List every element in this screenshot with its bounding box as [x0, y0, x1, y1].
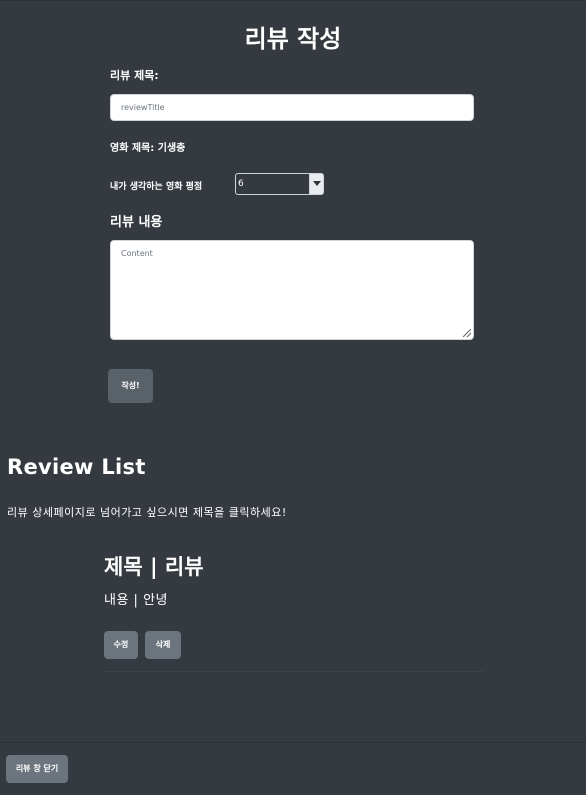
footer-divider: [0, 742, 586, 743]
review-list-instruction: 리뷰 상세페이지로 넘어가고 싶으시면 제목을 클릭하세요!: [7, 506, 287, 519]
chevron-down-icon[interactable]: [309, 174, 323, 194]
edit-button[interactable]: 수정: [104, 631, 138, 659]
movie-title-text: 영화 제목: 기생충: [110, 143, 186, 154]
review-list-heading: Review List: [7, 455, 146, 479]
page-title: 리뷰 작성: [244, 25, 342, 53]
review-page: 리뷰 작성 리뷰 제목: reviewTitle 영화 제목: 기생충 내가 생…: [0, 0, 586, 795]
review-item-content: 내용 | 안녕: [104, 593, 168, 608]
review-title-label: 리뷰 제목:: [110, 69, 159, 82]
content-placeholder: Content: [121, 249, 153, 258]
resize-grip-icon[interactable]: [463, 329, 471, 337]
review-item-title[interactable]: 제목 | 리뷰: [104, 551, 204, 581]
rating-select-value: 6: [238, 179, 244, 189]
review-item-divider: [104, 671, 484, 672]
review-content-label: 리뷰 내용: [110, 215, 163, 230]
rating-label: 내가 생각하는 영화 평점: [110, 182, 203, 192]
submit-button[interactable]: 작성!: [108, 369, 153, 403]
review-title-input[interactable]: reviewTitle: [110, 94, 474, 121]
review-content-textarea[interactable]: Content: [110, 240, 474, 340]
rating-select[interactable]: 6: [235, 173, 324, 195]
close-review-button[interactable]: 리뷰 창 닫기: [6, 755, 68, 783]
delete-button[interactable]: 삭제: [145, 631, 181, 659]
